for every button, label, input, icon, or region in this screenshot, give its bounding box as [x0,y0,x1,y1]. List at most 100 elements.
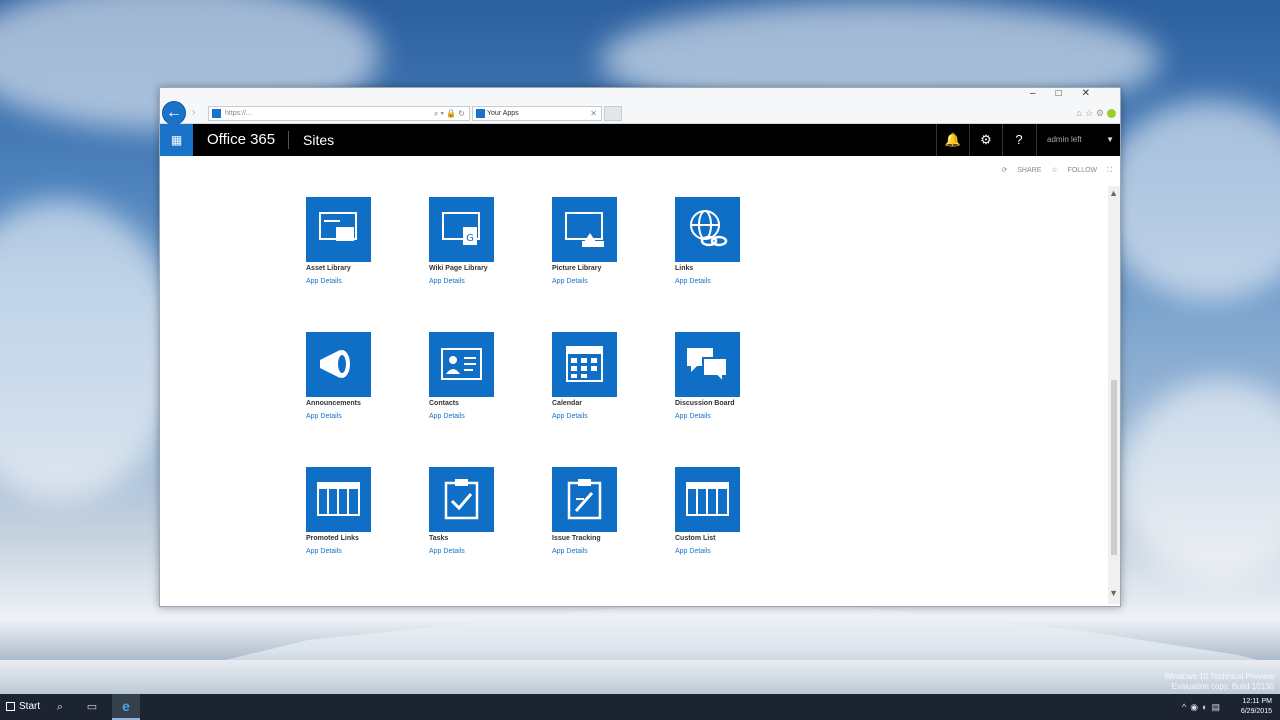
announcements-icon[interactable] [306,332,371,397]
app-details-link[interactable]: App Details [552,278,588,285]
start-button[interactable]: Start [6,694,40,720]
user-menu[interactable]: admin left ▼ [1036,124,1120,156]
custom-list-icon[interactable] [675,467,740,532]
user-name: admin left [1047,135,1082,144]
app-tile-item[interactable]: Announcements App Details [306,332,406,432]
wallpaper-cloud [0,200,180,500]
app-details-link[interactable]: App Details [429,278,465,285]
site-icon [212,109,221,118]
app-name[interactable]: Promoted Links [306,535,416,542]
scroll-down-icon[interactable]: ▼ [1109,588,1118,598]
calendar-icon[interactable] [552,332,617,397]
feedback-icon[interactable] [1107,109,1116,119]
app-name[interactable]: Wiki Page Library [429,265,539,272]
help-icon[interactable]: ? [1002,124,1035,156]
wiki-page-library-icon[interactable]: G [429,197,494,262]
suite-section-title[interactable]: Sites [303,124,334,156]
settings-gear-icon[interactable]: ⚙ [1096,108,1107,118]
app-tile-item[interactable]: Contacts App Details [429,332,529,432]
app-details-link[interactable]: App Details [675,548,711,555]
app-tile-item[interactable]: G Wiki Page Library App Details [429,197,529,297]
app-launcher-icon[interactable]: ▦ [160,124,193,156]
app-tile-item[interactable]: Tasks App Details [429,467,529,567]
notifications-bell-icon[interactable]: 🔔 [936,124,969,156]
suite-brand[interactable]: Office 365 [207,124,275,156]
address-text: https://... [225,110,252,117]
chevron-down-icon: ▼ [1106,135,1114,144]
window-controls: –□✕ [1030,88,1110,99]
back-button[interactable]: ← [162,101,186,125]
app-name[interactable]: Links [675,265,785,272]
app-details-link[interactable]: App Details [675,413,711,420]
contacts-icon[interactable] [429,332,494,397]
system-tray: ^◉◐▤ [1182,694,1224,720]
clock-date: 6/29/2015 [1240,708,1272,715]
scroll-thumb[interactable] [1111,380,1117,555]
follow-button[interactable]: ☆ FOLLOW [1051,167,1097,174]
maximize-button[interactable]: □ [1056,88,1082,99]
watermark-line: Windows 10 Technical Preview [1164,672,1274,681]
app-tile-item[interactable]: Calendar App Details [552,332,652,432]
asset-library-icon[interactable] [306,197,371,262]
windows-taskbar: Start ⌕ ▭ e ^◉◐▤ 12:11 PM 6/29/2015 [0,694,1280,720]
app-name[interactable]: Asset Library [306,265,416,272]
app-name[interactable]: Issue Tracking [552,535,662,542]
scroll-up-icon[interactable]: ▲ [1109,188,1118,198]
app-tile-item[interactable]: Discussion Board App Details [675,332,775,432]
app-name[interactable]: Announcements [306,400,416,407]
app-name[interactable]: Tasks [429,535,539,542]
internet-explorer-icon[interactable]: e [112,694,140,720]
suitebar-divider [288,131,289,149]
promoted-links-icon[interactable] [306,467,371,532]
discussion-board-icon[interactable] [675,332,740,397]
app-tile-item[interactable]: Issue Tracking App Details [552,467,652,567]
new-tab-button[interactable] [604,106,622,121]
app-details-link[interactable]: App Details [306,548,342,555]
app-details-link[interactable]: App Details [552,548,588,555]
search-icon[interactable]: ⌕ [50,694,70,720]
address-bar[interactable]: https://... ⌕ ▾ 🔒 ↻ [208,106,470,121]
minimize-button[interactable]: – [1030,88,1056,99]
app-details-link[interactable]: App Details [429,548,465,555]
wallpaper-cloud [1120,380,1280,580]
focus-content-icon[interactable]: ⛶ [1107,167,1112,174]
network-icon[interactable]: ◉ [1190,702,1202,712]
share-button[interactable]: ⟳ SHARE [1001,167,1041,174]
app-name[interactable]: Picture Library [552,265,662,272]
issue-tracking-icon[interactable] [552,467,617,532]
app-tile-item[interactable]: Custom List App Details [675,467,775,567]
share-label: SHARE [1017,167,1042,174]
app-name[interactable]: Custom List [675,535,785,542]
svg-text:G: G [466,233,474,244]
tasks-icon[interactable] [429,467,494,532]
browser-tab[interactable]: Your Apps ✕ [472,106,602,121]
task-view-icon[interactable]: ▭ [82,694,102,720]
app-name[interactable]: Contacts [429,400,539,407]
app-tile-item[interactable]: Links App Details [675,197,775,297]
favorites-icon[interactable]: ☆ [1085,108,1096,118]
tab-close-icon[interactable]: ✕ [590,107,597,120]
app-name[interactable]: Discussion Board [675,400,785,407]
app-details-link[interactable]: App Details [429,413,465,420]
taskbar-clock[interactable]: 12:11 PM 6/29/2015 [1241,697,1272,717]
app-details-link[interactable]: App Details [675,278,711,285]
chevron-up-icon[interactable]: ^ [1182,702,1190,712]
app-details-link[interactable]: App Details [306,278,342,285]
app-name[interactable]: Calendar [552,400,662,407]
app-details-link[interactable]: App Details [552,413,588,420]
notification-icon[interactable]: ▤ [1211,702,1224,712]
links-icon[interactable] [675,197,740,262]
home-icon[interactable]: ⌂ [1076,108,1084,118]
search-refresh-icon[interactable]: ⌕ ▾ 🔒 ↻ [434,107,465,120]
browser-window: –□✕ ← › https://... ⌕ ▾ 🔒 ↻ Your Apps ✕ … [159,87,1121,607]
start-label: Start [19,701,41,712]
picture-library-icon[interactable] [552,197,617,262]
close-window-button[interactable]: ✕ [1082,88,1110,99]
app-tile-item[interactable]: Asset Library App Details [306,197,406,297]
app-tile-item[interactable]: Promoted Links App Details [306,467,406,567]
forward-button[interactable]: › [192,107,204,119]
settings-gear-icon[interactable]: ⚙ [969,124,1002,156]
app-details-link[interactable]: App Details [306,413,342,420]
watermark-line: Evaluation copy. Build 10130 [1171,682,1274,691]
app-tile-item[interactable]: Picture Library App Details [552,197,652,297]
